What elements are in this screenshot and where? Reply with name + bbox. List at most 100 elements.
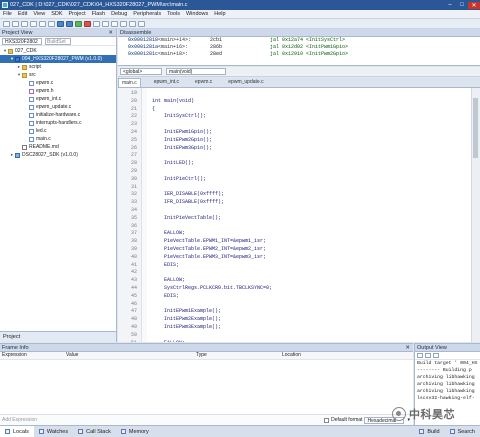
menu-peripherals[interactable]: Peripherals xyxy=(130,11,164,17)
build-icon[interactable] xyxy=(57,20,64,27)
tree-item[interactable]: epwm.h xyxy=(0,87,116,95)
tree-item[interactable]: epwm_int.c xyxy=(0,95,116,103)
disassembly-row[interactable]: 0x00012818 <main>+14>: 2cb1 jal 0x12a74 <In… xyxy=(118,37,480,44)
code-line: 49 InitEPwm3Example(); xyxy=(118,324,480,332)
menu-view[interactable]: View xyxy=(30,11,48,17)
project-tab[interactable]: Project xyxy=(0,331,117,342)
bottom-tab-build[interactable]: Build xyxy=(414,426,444,437)
line-number: 27 xyxy=(130,152,137,159)
column-expression[interactable]: Expression xyxy=(0,352,66,359)
new-file-icon[interactable] xyxy=(3,20,10,27)
stop-debug-icon[interactable] xyxy=(84,20,91,27)
code-line: 34 xyxy=(118,207,480,215)
download-icon[interactable] xyxy=(129,20,136,27)
step-out-icon[interactable] xyxy=(111,20,118,27)
function-select[interactable]: main(void) xyxy=(166,68,226,75)
code-text: PieVectTable.EPWM3_INT=&epwm3_isr; xyxy=(152,253,267,260)
disassembly-opcode: 28ed xyxy=(210,51,223,57)
menu-help[interactable]: Help xyxy=(211,11,228,17)
minimize-button[interactable]: – xyxy=(444,2,456,9)
save-all-icon[interactable] xyxy=(30,20,37,27)
tree-item[interactable]: led.c xyxy=(0,127,116,135)
code-line: 45 EDIS; xyxy=(118,293,480,301)
bottom-tab-search[interactable]: Search xyxy=(445,426,480,437)
tree-item-label: epwm_int.c xyxy=(36,96,62,102)
menu-file[interactable]: File xyxy=(0,11,15,17)
tree-item[interactable]: epwm_update.c xyxy=(0,103,116,111)
start-debug-icon[interactable] xyxy=(75,20,82,27)
open-file-icon[interactable] xyxy=(12,20,19,27)
add-expression-input[interactable]: Add Expression xyxy=(2,417,37,423)
code-text: InitEPwm3Gpio(); xyxy=(152,144,213,151)
column-value[interactable]: Value xyxy=(66,352,196,359)
watermark: 中科昊芯 xyxy=(392,404,476,424)
wrap-output-icon[interactable] xyxy=(433,353,439,358)
step-over-icon[interactable] xyxy=(102,20,109,27)
tree-item[interactable]: main.c xyxy=(0,135,116,143)
menu-tools[interactable]: Tools xyxy=(164,11,183,17)
close-panel-icon[interactable]: ✕ xyxy=(108,30,113,36)
clear-output-icon[interactable] xyxy=(417,353,423,358)
menu-windows[interactable]: Windows xyxy=(183,11,211,17)
title-bar: 027_CDK | D:\027_CDK\027_CDK\04_HXS320F2… xyxy=(0,0,480,10)
bottom-tab-watches[interactable]: Watches xyxy=(34,426,73,437)
tree-item[interactable]: ▾ 004_HXS320F28027_PWM (v1.0.0) xyxy=(0,55,116,63)
save-icon[interactable] xyxy=(21,20,28,27)
redo-icon[interactable] xyxy=(48,20,55,27)
menu-flash[interactable]: Flash xyxy=(89,11,108,17)
rebuild-icon[interactable] xyxy=(66,20,73,27)
menu-project[interactable]: Project xyxy=(66,11,89,17)
tab-icon xyxy=(449,429,455,434)
line-number: 22 xyxy=(130,113,137,120)
step-into-icon[interactable] xyxy=(93,20,100,27)
menu-debug[interactable]: Debug xyxy=(108,11,130,17)
bottom-tab-memory[interactable]: Memory xyxy=(116,426,154,437)
function-selector-bar: <global> main(void) xyxy=(118,67,480,77)
maximize-button[interactable]: □ xyxy=(456,2,468,9)
tree-item[interactable]: interrupts-handlers.c xyxy=(0,119,116,127)
undo-icon[interactable] xyxy=(39,20,46,27)
code-editor[interactable]: 19 20 int main(void) 21{22 InitSysCtrl(); 23… xyxy=(118,88,480,342)
sdk-icon xyxy=(15,152,20,158)
tree-item-label: epwm.c xyxy=(36,80,54,86)
tree-item[interactable]: ▾ src xyxy=(0,71,116,79)
code-text: int main(void) xyxy=(152,97,195,104)
bottom-tab-locals[interactable]: Locals xyxy=(0,426,34,437)
editor-tab[interactable]: epwm.c xyxy=(192,78,215,87)
tree-item[interactable]: initialize-hardware.c xyxy=(0,111,116,119)
tree-item[interactable]: README.md xyxy=(0,143,116,151)
editor-tab[interactable]: epwm_int.c xyxy=(151,78,182,87)
bottom-tab-label: Build xyxy=(427,428,440,435)
close-frame-info-icon[interactable]: ✕ xyxy=(405,345,410,351)
bottom-tab-call-stack[interactable]: Call Stack xyxy=(73,426,116,437)
code-line: 19 xyxy=(118,90,480,98)
tree-item[interactable]: ▸ script xyxy=(0,63,116,71)
code-line: 30 InitPieCtrl(); xyxy=(118,176,480,184)
reset-icon[interactable] xyxy=(120,20,127,27)
tree-item[interactable]: ▸ DSC28027_SDK (v1.0.0) xyxy=(0,151,116,159)
close-button[interactable]: ✕ xyxy=(468,1,480,9)
editor-tab[interactable]: epwm_update.c xyxy=(225,78,266,87)
menu-sdk[interactable]: SDK xyxy=(48,11,65,17)
column-location[interactable]: Location xyxy=(282,352,382,359)
disassembly-row[interactable]: 0x0001281c <main+18>: 28ed jal 0x12910 <Ini… xyxy=(118,51,480,58)
code-text: InitEPwm1Example(); xyxy=(152,308,222,315)
editor-tab[interactable]: main.c xyxy=(118,78,141,87)
scope-select[interactable]: <global> xyxy=(120,68,162,75)
disassembly-row[interactable]: 0x0001281a <main+16>: 286b jal 0x12d02 <Ini… xyxy=(118,44,480,51)
tree-item[interactable]: epwm.c xyxy=(0,79,116,87)
tree-item[interactable]: ▾ 027_CDK xyxy=(0,47,116,55)
menu-edit[interactable]: Edit xyxy=(15,11,30,17)
chip-select[interactable]: HXS320F2802 xyxy=(2,37,42,45)
line-number: 41 xyxy=(130,261,137,268)
column-type[interactable]: Type xyxy=(196,352,282,359)
editor-scroll-thumb[interactable] xyxy=(473,98,478,158)
default-format-checkbox[interactable] xyxy=(324,417,330,423)
settings-icon[interactable] xyxy=(138,20,145,27)
buildset-select[interactable]: BuildSet xyxy=(45,37,71,45)
copy-output-icon[interactable] xyxy=(425,353,431,358)
folder-icon xyxy=(8,48,13,54)
line-number: 28 xyxy=(130,160,137,167)
